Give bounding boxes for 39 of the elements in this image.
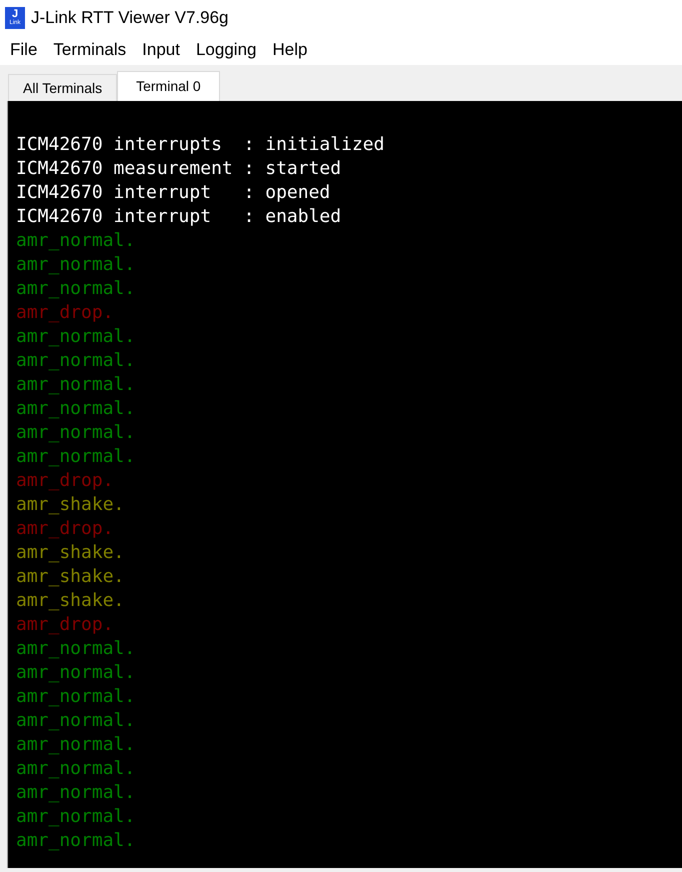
terminal-line: amr_normal. <box>16 445 136 469</box>
terminal-line: amr_shake. <box>16 541 124 565</box>
terminal-line: amr_normal. <box>16 829 136 853</box>
terminal-line: amr_normal. <box>16 709 136 733</box>
menu-item[interactable]: Input <box>134 37 188 63</box>
terminal-line: amr_normal. <box>16 757 136 781</box>
terminal-line: amr_normal. <box>16 349 136 373</box>
tab[interactable]: Terminal 0 <box>117 71 220 101</box>
logo-letter: J <box>12 9 18 20</box>
tab[interactable]: All Terminals <box>8 74 118 101</box>
terminal-line: amr_normal. <box>16 373 136 397</box>
terminal-line: ICM42670 interrupt : enabled <box>16 205 342 229</box>
terminal-line: amr_shake. <box>16 589 124 613</box>
terminal-line: amr_normal. <box>16 637 136 661</box>
menu-item[interactable]: Logging <box>188 37 264 63</box>
menu-item[interactable]: Terminals <box>45 37 134 63</box>
terminal-line: amr_normal. <box>16 253 136 277</box>
terminal-line: amr_normal. <box>16 685 136 709</box>
window-title: J-Link RTT Viewer V7.96g <box>31 6 228 29</box>
terminal-line: amr_normal. <box>16 421 136 445</box>
terminal-line: amr_drop. <box>16 517 114 541</box>
terminal-line: amr_normal. <box>16 325 136 349</box>
terminal-line: amr_normal. <box>16 397 136 421</box>
terminal-line: amr_drop. <box>16 301 114 325</box>
menu-item[interactable]: File <box>2 37 46 63</box>
terminal-line: ICM42670 measurement : started <box>16 157 342 181</box>
terminal-line: ICM42670 interrupt : opened <box>16 181 330 205</box>
menu-item[interactable]: Help <box>264 37 316 63</box>
terminal-line: amr_drop. <box>16 469 114 493</box>
terminal-line: ICM42670 interrupts : initialized <box>16 133 384 157</box>
terminal-line: amr_normal. <box>16 277 136 301</box>
terminal-line: amr_normal. <box>16 661 136 685</box>
terminal-line: amr_normal. <box>16 781 136 805</box>
terminal-line: amr_shake. <box>16 565 124 589</box>
terminal-line: amr_drop. <box>16 613 114 637</box>
terminal-line: amr_normal. <box>16 733 136 757</box>
terminal-line: amr_normal. <box>16 229 136 253</box>
terminal-line: amr_normal. <box>16 805 136 829</box>
terminal-line: amr_shake. <box>16 493 124 517</box>
